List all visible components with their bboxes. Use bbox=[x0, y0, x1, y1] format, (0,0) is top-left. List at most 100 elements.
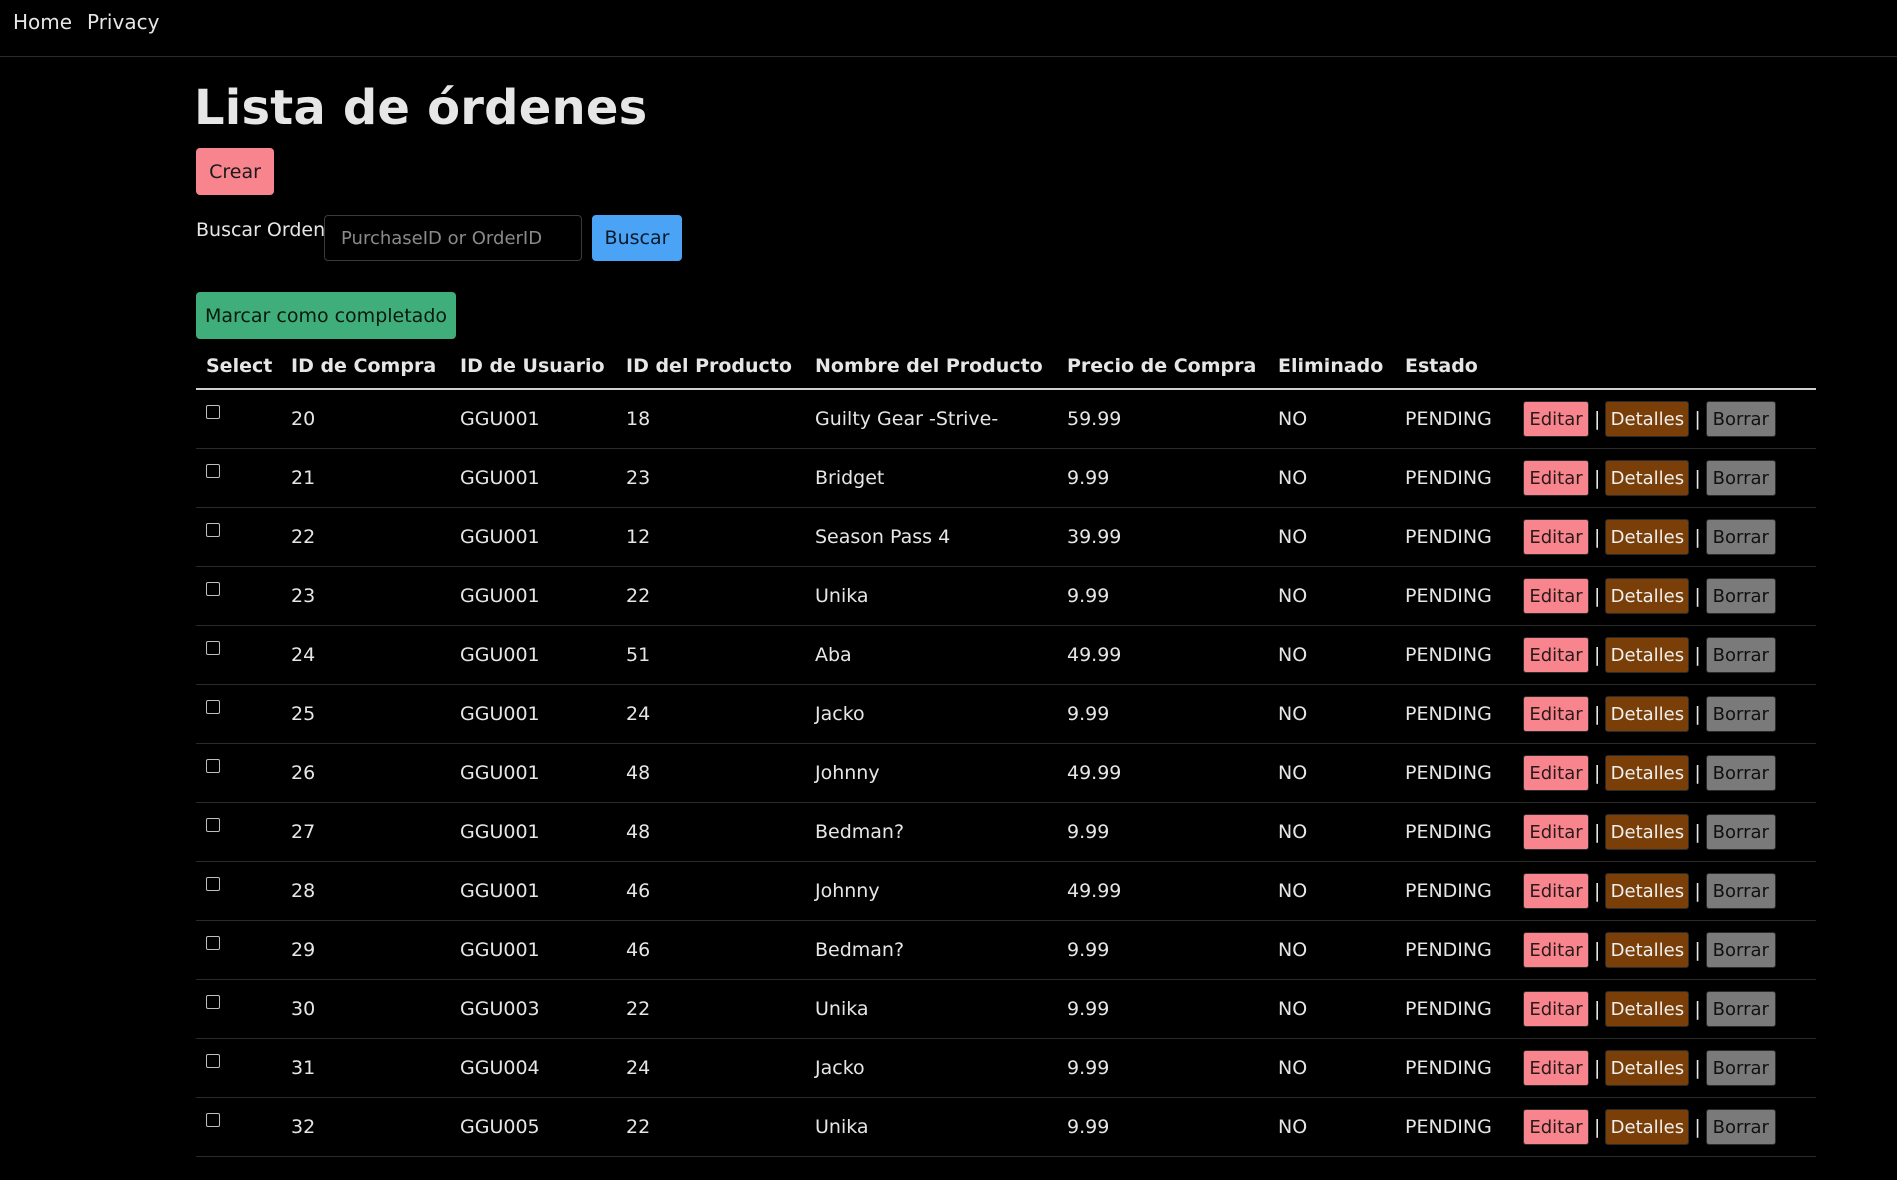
delete-button[interactable]: Borrar bbox=[1705, 460, 1776, 496]
details-button[interactable]: Detalles bbox=[1605, 755, 1690, 791]
row-select-checkbox[interactable] bbox=[206, 582, 220, 596]
details-button[interactable]: Detalles bbox=[1605, 991, 1690, 1027]
product-name-cell: Bridget bbox=[805, 448, 1057, 508]
table-row: 21 GGU001 23 Bridget 9.99 NO PENDING Edi… bbox=[196, 448, 1816, 508]
status-cell: PENDING bbox=[1395, 861, 1513, 921]
details-button[interactable]: Detalles bbox=[1605, 578, 1690, 614]
delete-button[interactable]: Borrar bbox=[1705, 1050, 1776, 1086]
product-name-cell: Unika bbox=[805, 979, 1057, 1039]
row-select-checkbox[interactable] bbox=[206, 759, 220, 773]
edit-button[interactable]: Editar bbox=[1523, 696, 1589, 732]
delete-button[interactable]: Borrar bbox=[1705, 696, 1776, 732]
edit-button[interactable]: Editar bbox=[1523, 401, 1589, 437]
product-id-cell: 24 bbox=[616, 1038, 805, 1098]
nav-privacy-link[interactable]: Privacy bbox=[87, 10, 159, 34]
actions-cell: Editar | Detalles | Borrar bbox=[1513, 1038, 1816, 1098]
edit-button[interactable]: Editar bbox=[1523, 578, 1589, 614]
user-id-cell: GGU001 bbox=[450, 389, 616, 449]
row-select-checkbox[interactable] bbox=[206, 1054, 220, 1068]
status-cell: PENDING bbox=[1395, 566, 1513, 626]
edit-button[interactable]: Editar bbox=[1523, 873, 1589, 909]
details-button[interactable]: Detalles bbox=[1605, 1109, 1690, 1145]
purchase-id-cell: 20 bbox=[281, 389, 450, 449]
action-separator: | bbox=[1594, 1057, 1601, 1079]
delete-button[interactable]: Borrar bbox=[1705, 578, 1776, 614]
delete-button[interactable]: Borrar bbox=[1705, 873, 1776, 909]
select-cell bbox=[196, 743, 281, 803]
row-select-checkbox[interactable] bbox=[206, 405, 220, 419]
col-header-select: Select bbox=[196, 344, 281, 390]
details-button[interactable]: Detalles bbox=[1605, 873, 1690, 909]
product-id-cell: 18 bbox=[616, 389, 805, 449]
details-button[interactable]: Detalles bbox=[1605, 1050, 1690, 1086]
price-cell: 9.99 bbox=[1057, 802, 1268, 862]
table-row: 31 GGU004 24 Jacko 9.99 NO PENDING Edita… bbox=[196, 1038, 1816, 1098]
actions-cell: Editar | Detalles | Borrar bbox=[1513, 802, 1816, 862]
edit-button[interactable]: Editar bbox=[1523, 991, 1589, 1027]
product-id-cell: 46 bbox=[616, 861, 805, 921]
orders-table-body: 20 GGU001 18 Guilty Gear -Strive- 59.99 … bbox=[196, 389, 1816, 1157]
edit-button[interactable]: Editar bbox=[1523, 460, 1589, 496]
details-button[interactable]: Detalles bbox=[1605, 932, 1690, 968]
mark-complete-button[interactable]: Marcar como completado bbox=[196, 292, 456, 339]
edit-button[interactable]: Editar bbox=[1523, 1109, 1589, 1145]
row-select-checkbox[interactable] bbox=[206, 464, 220, 478]
action-separator: | bbox=[1694, 880, 1701, 902]
row-select-checkbox[interactable] bbox=[206, 936, 220, 950]
action-separator: | bbox=[1694, 526, 1701, 548]
delete-button[interactable]: Borrar bbox=[1705, 932, 1776, 968]
action-separator: | bbox=[1594, 880, 1601, 902]
row-select-checkbox[interactable] bbox=[206, 700, 220, 714]
product-name-cell: Johnny bbox=[805, 861, 1057, 921]
table-row: 26 GGU001 48 Johnny 49.99 NO PENDING Edi… bbox=[196, 743, 1816, 803]
deleted-cell: NO bbox=[1268, 625, 1395, 685]
actions-cell: Editar | Detalles | Borrar bbox=[1513, 684, 1816, 744]
details-button[interactable]: Detalles bbox=[1605, 401, 1690, 437]
row-select-checkbox[interactable] bbox=[206, 641, 220, 655]
delete-button[interactable]: Borrar bbox=[1705, 637, 1776, 673]
nav-home-link[interactable]: Home bbox=[13, 10, 72, 34]
price-cell: 9.99 bbox=[1057, 1097, 1268, 1157]
actions-cell: Editar | Detalles | Borrar bbox=[1513, 448, 1816, 508]
select-cell bbox=[196, 625, 281, 685]
delete-button[interactable]: Borrar bbox=[1705, 991, 1776, 1027]
edit-button[interactable]: Editar bbox=[1523, 932, 1589, 968]
details-button[interactable]: Detalles bbox=[1605, 519, 1690, 555]
edit-button[interactable]: Editar bbox=[1523, 1050, 1589, 1086]
row-select-checkbox[interactable] bbox=[206, 818, 220, 832]
table-row: 22 GGU001 12 Season Pass 4 39.99 NO PEND… bbox=[196, 507, 1816, 567]
user-id-cell: GGU001 bbox=[450, 920, 616, 980]
delete-button[interactable]: Borrar bbox=[1705, 755, 1776, 791]
table-row: 27 GGU001 48 Bedman? 9.99 NO PENDING Edi… bbox=[196, 802, 1816, 862]
price-cell: 9.99 bbox=[1057, 684, 1268, 744]
edit-button[interactable]: Editar bbox=[1523, 755, 1589, 791]
edit-button[interactable]: Editar bbox=[1523, 637, 1589, 673]
details-button[interactable]: Detalles bbox=[1605, 460, 1690, 496]
delete-button[interactable]: Borrar bbox=[1705, 519, 1776, 555]
details-button[interactable]: Detalles bbox=[1605, 637, 1690, 673]
delete-button[interactable]: Borrar bbox=[1705, 401, 1776, 437]
deleted-cell: NO bbox=[1268, 566, 1395, 626]
status-cell: PENDING bbox=[1395, 625, 1513, 685]
details-button[interactable]: Detalles bbox=[1605, 814, 1690, 850]
row-select-checkbox[interactable] bbox=[206, 523, 220, 537]
product-name-cell: Bedman? bbox=[805, 920, 1057, 980]
table-header-row: Select ID de Compra ID de Usuario ID del… bbox=[196, 344, 1816, 390]
search-button[interactable]: Buscar bbox=[592, 215, 682, 261]
details-button[interactable]: Detalles bbox=[1605, 696, 1690, 732]
row-select-checkbox[interactable] bbox=[206, 877, 220, 891]
col-header-deleted: Eliminado bbox=[1268, 344, 1395, 390]
edit-button[interactable]: Editar bbox=[1523, 519, 1589, 555]
delete-button[interactable]: Borrar bbox=[1705, 1109, 1776, 1145]
purchase-id-cell: 27 bbox=[281, 802, 450, 862]
row-select-checkbox[interactable] bbox=[206, 1113, 220, 1127]
delete-button[interactable]: Borrar bbox=[1705, 814, 1776, 850]
table-row: 23 GGU001 22 Unika 9.99 NO PENDING Edita… bbox=[196, 566, 1816, 626]
col-header-purchase-id: ID de Compra bbox=[281, 344, 450, 390]
edit-button[interactable]: Editar bbox=[1523, 814, 1589, 850]
row-select-checkbox[interactable] bbox=[206, 995, 220, 1009]
search-input[interactable] bbox=[324, 215, 582, 261]
status-cell: PENDING bbox=[1395, 684, 1513, 744]
create-button[interactable]: Crear bbox=[196, 148, 274, 195]
col-header-actions bbox=[1513, 344, 1816, 390]
